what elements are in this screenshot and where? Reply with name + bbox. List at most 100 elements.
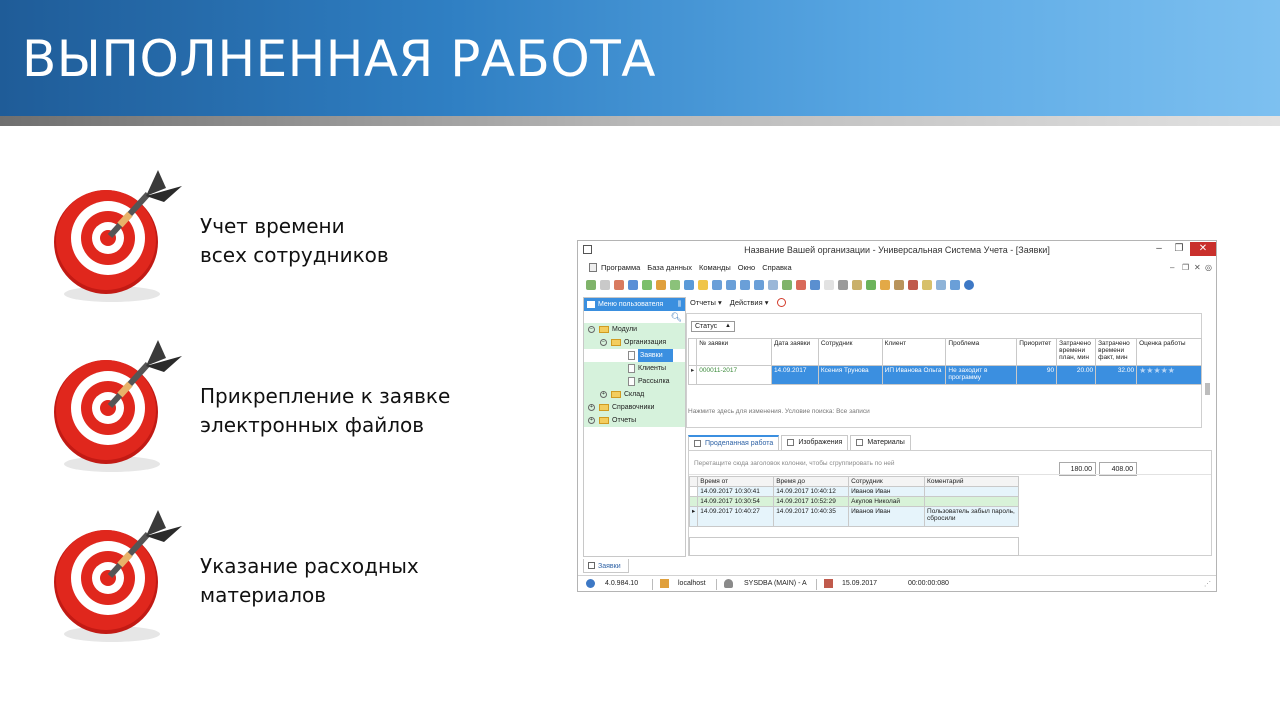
reports-dropdown[interactable]: Отчеты ▾ [690, 298, 722, 307]
open-icon[interactable] [796, 280, 806, 290]
maximize-button[interactable]: ❐ [1170, 242, 1188, 256]
lock-icon[interactable] [880, 280, 890, 290]
stop-icon[interactable] [776, 298, 786, 307]
printer-icon[interactable] [936, 280, 946, 290]
copy-icon[interactable] [600, 280, 610, 290]
cell-comment[interactable] [924, 496, 1019, 507]
cell-date[interactable]: 14.09.2017 [770, 365, 819, 385]
group-by-area[interactable]: Перетащите сюда заголовок колонки, чтобы… [689, 451, 1211, 475]
calendar-icon[interactable] [922, 280, 932, 290]
menu-program[interactable]: Программа [601, 263, 640, 272]
column-header[interactable]: Время от [697, 476, 775, 487]
users-icon[interactable] [894, 280, 904, 290]
column-header[interactable]: Коментарий [924, 476, 1019, 487]
table-row[interactable]: 14.09.2017 10:30:41 14.09.2017 10:40:12 … [688, 486, 1019, 497]
table-row[interactable]: 14.09.2017 10:30:54 14.09.2017 10:52:29 … [688, 496, 1019, 507]
column-header[interactable]: Приоритет [1016, 338, 1058, 366]
sidebar-item[interactable]: − Модули [584, 323, 685, 336]
pin-icon[interactable]: ⫼ [678, 301, 681, 309]
column-header[interactable]: Клиент [881, 338, 947, 366]
cell-employee[interactable]: Ксения Трунова [817, 365, 883, 385]
cell-employee[interactable]: Иванов Иван [848, 506, 926, 527]
minimize-button[interactable]: – [1150, 242, 1168, 256]
cell-problem[interactable]: Не заходит в программу [945, 365, 1018, 385]
settings-icon[interactable] [852, 280, 862, 290]
sidebar-item[interactable]: + Склад [584, 388, 685, 401]
cell-number[interactable]: 000011-2017 [696, 365, 772, 385]
cell-from[interactable]: 14.09.2017 10:30:41 [697, 486, 775, 497]
folder-icon[interactable] [698, 280, 708, 290]
sidebar-item[interactable]: Заявки [584, 349, 685, 362]
chart-icon[interactable] [866, 280, 876, 290]
first-record-icon[interactable] [712, 280, 722, 290]
expand-icon[interactable]: + [600, 391, 607, 398]
mail-icon[interactable] [908, 280, 918, 290]
filter-clear-icon[interactable] [670, 280, 680, 290]
menu-window[interactable]: Окно [738, 263, 755, 272]
column-header[interactable]: Проблема [945, 338, 1018, 366]
expand-icon[interactable]: + [588, 417, 595, 424]
mdi-close-button[interactable]: ✕ [1194, 263, 1201, 272]
print-icon[interactable] [684, 280, 694, 290]
sidebar-item[interactable]: − Организация [584, 336, 685, 349]
cell-comment[interactable] [924, 486, 1019, 497]
vertical-scrollbar[interactable] [1202, 313, 1214, 428]
refresh-icon[interactable] [642, 280, 652, 290]
column-header[interactable]: № заявки [696, 338, 772, 366]
filter-hint[interactable]: Нажмите здесь для изменения. Условие пои… [688, 408, 870, 415]
column-header[interactable]: Затрачено времени факт, мин [1095, 338, 1138, 366]
prev-record-icon[interactable] [726, 280, 736, 290]
cell-rating[interactable]: ★★★★★ [1136, 365, 1202, 385]
menu-commands[interactable]: Команды [699, 263, 731, 272]
mdi-restore-button[interactable]: ❐ [1182, 263, 1189, 272]
tab-images[interactable]: Изображения [781, 435, 849, 450]
sidebar-item[interactable]: + Справочники [584, 401, 685, 414]
filter-icon[interactable] [656, 280, 666, 290]
expand-icon[interactable]: + [588, 404, 595, 411]
excel-icon[interactable] [782, 280, 792, 290]
cell-plan[interactable]: 20.00 [1056, 365, 1097, 385]
share-icon[interactable] [950, 280, 960, 290]
cell-from[interactable]: 14.09.2017 10:30:54 [697, 496, 775, 507]
table-row[interactable]: ▸ 14.09.2017 10:40:27 14.09.2017 10:40:3… [688, 506, 1019, 527]
info-icon[interactable] [964, 280, 974, 290]
cell-client[interactable]: ИП Иванова Ольга [881, 365, 947, 385]
sidebar-item[interactable]: Рассылка [584, 375, 685, 388]
status-filter-button[interactable]: Статус ▲ [691, 321, 735, 332]
next-record-icon[interactable] [740, 280, 750, 290]
resize-grip-icon[interactable]: ⋰ [1204, 580, 1211, 588]
column-header[interactable]: Оценка работы [1136, 338, 1202, 366]
window-icon[interactable] [810, 280, 820, 290]
cell-employee[interactable]: Иванов Иван [848, 486, 926, 497]
table-row[interactable]: ▸ 000011-2017 14.09.2017 Ксения Трунова … [687, 365, 1202, 385]
tab-work-done[interactable]: Проделанная работа [688, 435, 780, 450]
add-icon[interactable] [586, 280, 596, 290]
column-header[interactable]: Время до [773, 476, 850, 487]
collapse-icon[interactable]: − [588, 326, 595, 333]
search-icon[interactable] [628, 280, 638, 290]
cell-priority[interactable]: 90 [1016, 365, 1058, 385]
column-header[interactable]: Дата заявки [770, 338, 819, 366]
sidebar-item[interactable]: + Отчеты [584, 414, 685, 427]
tab-requests[interactable]: Заявки [583, 559, 629, 573]
scroll-thumb[interactable] [1205, 383, 1210, 395]
column-header[interactable]: Сотрудник [848, 476, 926, 487]
cell-from[interactable]: 14.09.2017 10:40:27 [697, 506, 775, 527]
export-icon[interactable] [768, 280, 778, 290]
close-button[interactable]: ✕ [1190, 242, 1216, 256]
cell-employee[interactable]: Акулов Николай [848, 496, 926, 507]
menu-help[interactable]: Справка [762, 263, 791, 272]
cell-fact[interactable]: 32.00 [1095, 365, 1138, 385]
sidebar-item[interactable]: Клиенты [584, 362, 685, 375]
menu-database[interactable]: База данных [647, 263, 692, 272]
column-header[interactable]: Сотрудник [817, 338, 883, 366]
delete-icon[interactable] [614, 280, 624, 290]
actions-dropdown[interactable]: Действия ▾ [730, 298, 769, 307]
last-record-icon[interactable] [754, 280, 764, 290]
cell-to[interactable]: 14.09.2017 10:40:12 [773, 486, 850, 497]
mdi-minimize-button[interactable]: – [1170, 263, 1174, 272]
collapse-icon[interactable]: − [600, 339, 607, 346]
cell-to[interactable]: 14.09.2017 10:52:29 [773, 496, 850, 507]
tab-materials[interactable]: Материалы [850, 435, 911, 450]
cell-comment[interactable]: Пользователь забыл пароль, сбросили [924, 506, 1019, 527]
